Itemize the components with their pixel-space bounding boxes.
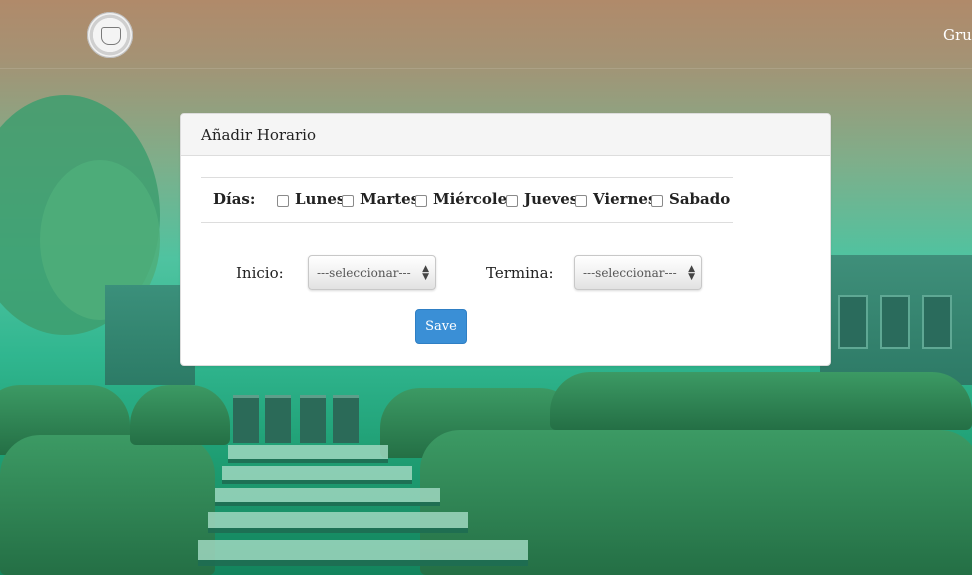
checkbox-friday[interactable]: [575, 194, 587, 207]
add-schedule-panel: Añadir Horario Días: Lunes Martes Miérco…: [180, 113, 831, 366]
select-arrows-icon: ▲ ▼: [688, 264, 695, 282]
panel-title: Añadir Horario: [181, 114, 830, 156]
day-label: Miércoles: [433, 190, 516, 208]
start-label: Inicio:: [236, 264, 284, 282]
day-friday[interactable]: Viernes: [575, 190, 656, 208]
day-label: Martes: [360, 190, 420, 208]
save-button[interactable]: Save: [415, 309, 467, 344]
end-select-value: ---seleccionar---: [583, 266, 677, 280]
end-time-select[interactable]: ---seleccionar--- ▲ ▼: [574, 255, 702, 290]
seal-logo[interactable]: [87, 12, 133, 58]
days-row: Días: Lunes Martes Miércoles Jueves Vier…: [201, 177, 733, 223]
day-wednesday[interactable]: Miércoles: [415, 190, 516, 208]
checkbox-saturday[interactable]: [651, 194, 663, 207]
checkbox-tuesday[interactable]: [342, 194, 354, 207]
day-saturday[interactable]: Sabado: [651, 190, 730, 208]
day-label: Jueves: [524, 190, 579, 208]
days-label: Días:: [213, 190, 256, 208]
checkbox-thursday[interactable]: [506, 194, 518, 207]
day-thursday[interactable]: Jueves: [506, 190, 578, 208]
day-label: Viernes: [593, 190, 657, 208]
day-label: Lunes: [295, 190, 346, 208]
day-monday[interactable]: Lunes: [277, 190, 345, 208]
checkbox-wednesday[interactable]: [415, 194, 427, 207]
end-label: Termina:: [486, 264, 554, 282]
nav-brand-link[interactable]: Grup: [943, 26, 972, 44]
day-label: Sabado: [669, 190, 731, 208]
checkbox-monday[interactable]: [277, 194, 289, 207]
select-arrows-icon: ▲ ▼: [422, 264, 429, 282]
start-time-select[interactable]: ---seleccionar--- ▲ ▼: [308, 255, 436, 290]
start-select-value: ---seleccionar---: [317, 266, 411, 280]
day-tuesday[interactable]: Martes: [342, 190, 419, 208]
